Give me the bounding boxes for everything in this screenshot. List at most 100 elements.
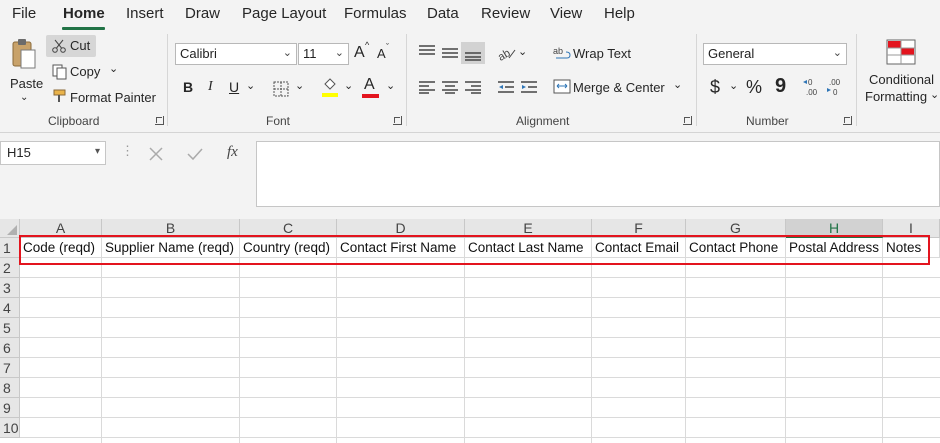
wrap-text-button[interactable]: ab Wrap Text — [551, 43, 651, 65]
fill-color-button[interactable] — [321, 78, 341, 100]
chevron-down-icon: ⌄ — [334, 47, 344, 59]
chevron-down-icon: ⌄ — [282, 47, 292, 59]
column-header-a[interactable]: A — [20, 219, 102, 238]
row-header-2[interactable]: 2 — [0, 258, 20, 278]
underline-button[interactable]: U — [229, 79, 239, 95]
font-size-select[interactable]: 11 ⌄ — [298, 43, 349, 65]
menu-insert[interactable]: Insert — [126, 5, 164, 22]
font-color-letter: A — [364, 76, 375, 93]
currency-button[interactable]: $ — [710, 77, 720, 98]
cell-b1[interactable]: Supplier Name (reqd) — [102, 238, 240, 258]
row-header-1[interactable]: 1 — [0, 238, 20, 258]
conditional-dropdown-icon[interactable]: ⌄ — [930, 88, 939, 101]
row-header-3[interactable]: 3 — [0, 278, 20, 298]
column-header-b[interactable]: B — [102, 219, 240, 238]
menu-draw[interactable]: Draw — [185, 5, 220, 22]
paste-dropdown-icon[interactable]: ⌄ — [20, 92, 28, 103]
row-header-8[interactable]: 8 — [0, 378, 20, 398]
orientation-dropdown-icon[interactable]: ⌄ — [518, 45, 527, 58]
align-top-icon[interactable] — [418, 44, 436, 58]
merge-center-button[interactable]: Merge & Center ⌄ — [551, 77, 686, 99]
increase-indent-icon[interactable] — [520, 80, 538, 94]
borders-dropdown-icon[interactable]: ⌄ — [295, 79, 304, 92]
cell-f1[interactable]: Contact Email — [592, 238, 686, 258]
font-size-value: 11 — [303, 46, 317, 61]
cell-i1[interactable]: Notes — [883, 238, 940, 258]
paste-button[interactable]: Paste ⌄ — [6, 36, 44, 106]
cell-c1[interactable]: Country (reqd) — [240, 238, 337, 258]
number-format-select[interactable]: General ⌄ — [703, 43, 847, 65]
column-header-f[interactable]: F — [592, 219, 686, 238]
menu-formulas[interactable]: Formulas — [344, 5, 407, 22]
number-format-value: General — [708, 46, 755, 61]
cell-g1[interactable]: Contact Phone — [686, 238, 786, 258]
borders-icon[interactable] — [273, 81, 289, 97]
cell-a1[interactable]: Code (reqd) — [20, 238, 102, 258]
column-header-d[interactable]: D — [337, 219, 465, 238]
font-launcher-icon[interactable] — [393, 116, 402, 125]
paste-icon — [12, 39, 36, 69]
name-box[interactable]: H15 ▾ — [0, 141, 106, 165]
font-color-dropdown-icon[interactable]: ⌄ — [386, 79, 395, 92]
decrease-indent-icon[interactable] — [497, 80, 515, 94]
column-header-e[interactable]: E — [465, 219, 592, 238]
increase-decimal-icon[interactable]: 0 .00 — [802, 77, 822, 97]
currency-dropdown-icon[interactable]: ⌄ — [729, 79, 738, 92]
row-header-9[interactable]: 9 — [0, 398, 20, 418]
select-all-button[interactable] — [0, 219, 20, 238]
alignment-launcher-icon[interactable] — [683, 116, 692, 125]
row-header-7[interactable]: 7 — [0, 358, 20, 378]
align-left-icon[interactable] — [418, 80, 436, 94]
shrink-font-button[interactable]: A ˇ — [377, 42, 395, 66]
align-center-icon[interactable] — [441, 80, 459, 94]
font-name-select[interactable]: Calibri ⌄ — [175, 43, 297, 65]
conditional-formatting-label-2: Formatting — [865, 89, 928, 104]
copy-button[interactable]: Copy ⌄ — [48, 61, 124, 83]
alignment-group-label: Alignment — [516, 114, 570, 128]
font-color-button[interactable]: A — [362, 76, 382, 100]
insert-function-button[interactable]: fx — [227, 144, 238, 161]
clipboard-launcher-icon[interactable] — [155, 116, 164, 125]
column-header-h[interactable]: H — [786, 219, 883, 238]
cancel-icon[interactable] — [149, 147, 163, 161]
orientation-icon[interactable]: ab — [497, 45, 517, 61]
conditional-formatting-button[interactable]: Conditional Formatting ⌄ — [862, 36, 940, 112]
menu-view[interactable]: View — [550, 5, 582, 22]
column-header-c[interactable]: C — [240, 219, 337, 238]
menu-home[interactable]: Home — [63, 5, 105, 22]
merge-dropdown-icon[interactable]: ⌄ — [673, 78, 682, 91]
italic-button[interactable]: I — [208, 79, 213, 95]
cut-button[interactable]: Cut — [46, 35, 96, 57]
menu-file[interactable]: File — [12, 5, 36, 22]
fill-color-dropdown-icon[interactable]: ⌄ — [344, 79, 353, 92]
menu-review[interactable]: Review — [481, 5, 530, 22]
copy-dropdown-icon[interactable]: ⌄ — [109, 62, 118, 75]
column-header-g[interactable]: G — [686, 219, 786, 238]
decrease-decimal-icon[interactable]: .00 0 — [825, 77, 845, 97]
align-bottom-button[interactable] — [461, 42, 485, 64]
row-header-10[interactable]: 10 — [0, 418, 20, 438]
number-launcher-icon[interactable] — [843, 116, 852, 125]
row-header-4[interactable]: 4 — [0, 298, 20, 318]
underline-dropdown-icon[interactable]: ⌄ — [246, 79, 255, 92]
menu-bar: File Home Insert Draw Page Layout Formul… — [0, 0, 940, 30]
menu-data[interactable]: Data — [427, 5, 459, 22]
cell-d1[interactable]: Contact First Name — [337, 238, 465, 258]
column-header-i[interactable]: I — [883, 219, 940, 238]
align-right-icon[interactable] — [464, 80, 482, 94]
formula-input[interactable] — [256, 141, 940, 207]
bold-button[interactable]: B — [183, 79, 193, 95]
grow-font-button[interactable]: A ^ — [354, 40, 372, 64]
paste-label: Paste — [10, 76, 44, 91]
comma-style-button[interactable]: 9 — [775, 75, 786, 98]
percent-button[interactable]: % — [746, 77, 762, 98]
align-middle-icon[interactable] — [441, 46, 459, 60]
enter-checkmark-icon[interactable] — [187, 147, 203, 161]
format-painter-button[interactable]: Format Painter — [48, 86, 156, 108]
menu-page-layout[interactable]: Page Layout — [242, 5, 326, 22]
row-header-5[interactable]: 5 — [0, 318, 20, 338]
cell-e1[interactable]: Contact Last Name — [465, 238, 592, 258]
menu-help[interactable]: Help — [604, 5, 635, 22]
cell-h1[interactable]: Postal Address — [786, 238, 883, 258]
row-header-6[interactable]: 6 — [0, 338, 20, 358]
